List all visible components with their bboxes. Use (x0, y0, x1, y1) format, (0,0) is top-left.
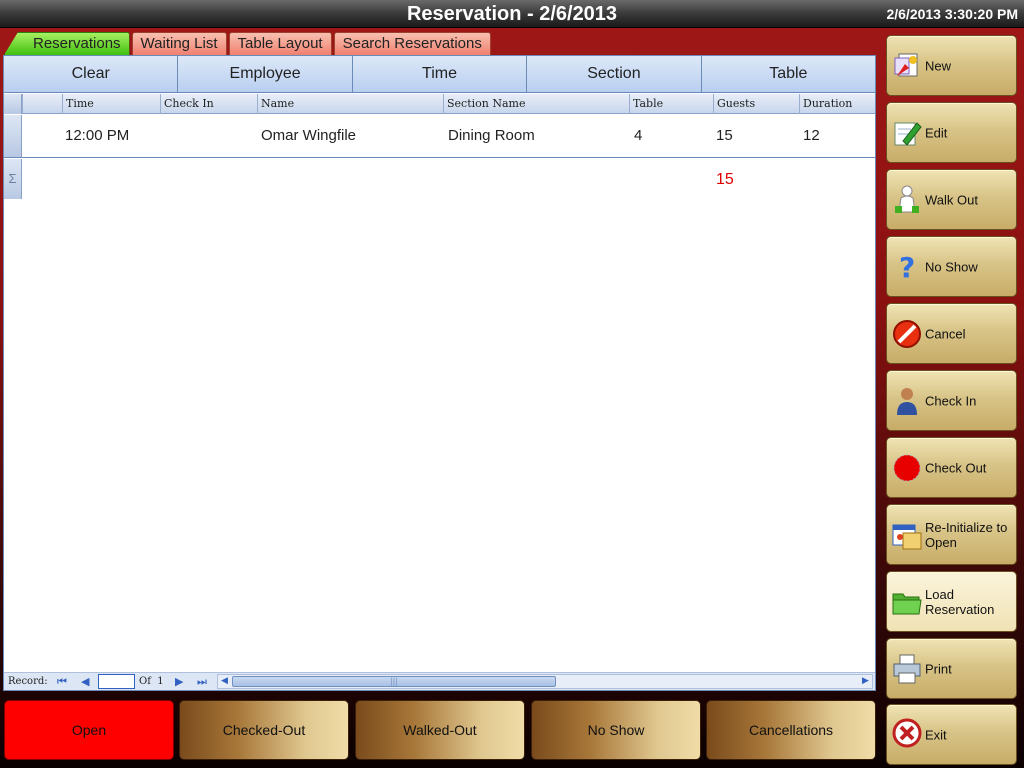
column-header-section-name[interactable]: Section Name (443, 94, 629, 114)
open-status-button[interactable]: Open (4, 700, 174, 760)
edit-pencil-icon (894, 122, 922, 146)
title-bar: Reservation - 2/6/2013 2/6/2013 3:30:20 … (0, 0, 1024, 28)
cell-guests: 15 (716, 127, 733, 144)
no-show-label: No Show (925, 259, 978, 274)
cell-section-name: Dining Room (448, 127, 535, 144)
scroll-left-icon[interactable]: ◀ (218, 675, 231, 688)
cell-duration: 12 (803, 127, 820, 144)
column-header-duration[interactable]: Duration (799, 94, 875, 114)
reinitialize-label: Re-Initialize to Open (925, 519, 1008, 550)
reinitialize-button[interactable]: Re-Initialize to Open (886, 504, 1017, 565)
cell-name: Omar Wingfile (261, 127, 357, 144)
print-label: Print (925, 661, 952, 676)
tab-reservations[interactable]: Reservations (4, 32, 130, 55)
folder-icon (892, 593, 922, 615)
window-title: Reservation - 2/6/2013 (406, 3, 618, 25)
clock: 2/6/2013 3:30:20 PM (886, 6, 1018, 22)
expand-column-header[interactable] (22, 94, 62, 114)
record-count: Of 1 (139, 676, 164, 687)
cancel-circle-icon (893, 320, 921, 348)
column-header-name[interactable]: Name (257, 94, 443, 114)
checked-out-status-button[interactable]: Checked-Out (179, 700, 349, 760)
table-filter-button[interactable]: Table (701, 56, 876, 92)
exit-x-icon (892, 718, 922, 748)
header-row-indicator (4, 94, 22, 114)
summary-row: Σ 15 (4, 159, 875, 199)
tab-strip: Reservations Waiting List Table Layout S… (4, 32, 493, 56)
check-in-person-icon (897, 388, 917, 415)
cancel-label: Cancel (925, 326, 966, 341)
red-dot-icon (893, 454, 921, 482)
sum-icon: Σ (4, 159, 22, 199)
row-indicator[interactable] (4, 115, 22, 157)
scroll-thumb[interactable]: ||| (232, 676, 556, 687)
load-reservation-label: Load Reservation (925, 586, 995, 617)
reinitialize-icon (892, 524, 922, 550)
walked-out-status-button[interactable]: Walked-Out (355, 700, 525, 760)
check-out-button[interactable]: Check Out (886, 437, 1017, 498)
column-header-table[interactable]: Table (629, 94, 713, 114)
last-record-icon[interactable]: ⏭ (197, 675, 207, 689)
time-filter-button[interactable]: Time (352, 56, 528, 92)
no-show-button[interactable]: ? No Show (886, 236, 1017, 297)
load-reservation-button[interactable]: Load Reservation (886, 571, 1017, 632)
section-filter-button[interactable]: Section (527, 56, 702, 92)
grid-header: Time Check In Name Section Name Table Gu… (4, 94, 875, 114)
tab-search-reservations[interactable]: Search Reservations (333, 32, 491, 55)
tab-waiting-list[interactable]: Waiting List (131, 32, 227, 55)
record-number-input[interactable] (98, 674, 135, 689)
horizontal-scrollbar[interactable]: ◀ ||| ▶ (217, 674, 873, 689)
check-in-button[interactable]: Check In (886, 370, 1017, 431)
cancellations-status-button[interactable]: Cancellations (706, 700, 876, 760)
guests-total: 15 (716, 171, 734, 188)
column-header-time[interactable]: Time (62, 94, 160, 114)
cell-table: 4 (634, 127, 643, 144)
record-navigator: Record: ⏮ ◀ Of 1 ▶ ⏭ ◀ ||| ▶ (4, 672, 875, 690)
walk-out-button[interactable]: Walk Out (886, 169, 1017, 230)
cell-time: 12:00 PM (65, 127, 130, 144)
check-in-label: Check In (925, 393, 977, 408)
walk-out-label: Walk Out (925, 192, 978, 207)
cancel-button[interactable]: Cancel (886, 303, 1017, 364)
filter-bar: Clear Employee Time Section Table (4, 56, 876, 93)
reservations-panel: Clear Employee Time Section Table Time C… (3, 55, 876, 691)
scroll-right-icon[interactable]: ▶ (859, 675, 872, 688)
exit-button[interactable]: Exit (886, 704, 1017, 765)
employee-filter-button[interactable]: Employee (178, 56, 353, 92)
check-out-label: Check Out (925, 460, 987, 475)
edit-label: Edit (925, 125, 948, 140)
tab-table-layout[interactable]: Table Layout (228, 32, 332, 55)
column-header-guests[interactable]: Guests (713, 94, 799, 114)
new-button[interactable]: New (886, 35, 1017, 96)
previous-record-icon[interactable]: ◀ (81, 675, 89, 688)
new-label: New (925, 58, 952, 73)
clear-filter-button[interactable]: Clear (4, 56, 179, 92)
first-record-icon[interactable]: ⏮ (57, 675, 67, 689)
svg-text:?: ? (899, 251, 915, 283)
walk-out-person-icon (895, 185, 919, 213)
print-button[interactable]: Print (886, 638, 1017, 699)
no-show-status-button[interactable]: No Show (531, 700, 701, 760)
column-header-check-in[interactable]: Check In (160, 94, 257, 114)
new-document-icon (894, 53, 918, 77)
table-row[interactable]: 12:00 PM Omar Wingfile Dining Room 4 15 … (4, 115, 875, 158)
edit-button[interactable]: Edit (886, 102, 1017, 163)
exit-label: Exit (925, 727, 947, 742)
next-record-icon[interactable]: ▶ (175, 675, 183, 688)
question-mark-icon: ? (899, 251, 915, 283)
record-label: Record: (8, 676, 48, 687)
printer-icon (893, 654, 921, 684)
